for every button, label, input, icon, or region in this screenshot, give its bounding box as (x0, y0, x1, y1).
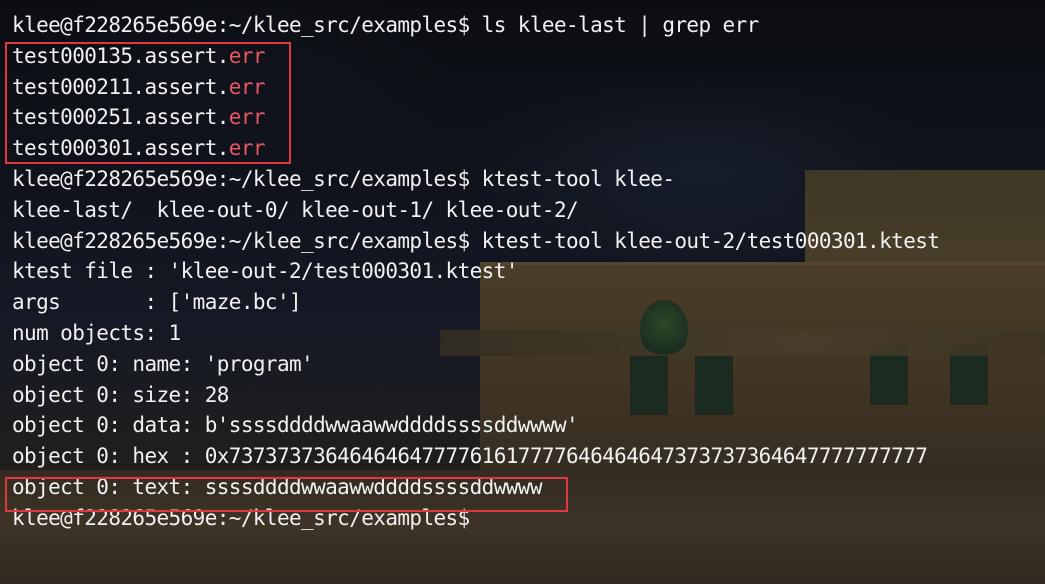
terminal-line: object 0: data: b'ssssddddwwaawwddddssss… (12, 413, 579, 438)
terminal-line: klee-last/ klee-out-0/ klee-out-1/ klee-… (12, 197, 579, 222)
text-output-highlight-box (5, 477, 568, 512)
terminal-line: klee@f228265e569e:~/klee_src/examples$ l… (12, 13, 759, 37)
err-files-highlight-box (5, 42, 291, 164)
terminal-line: object 0: name: 'program' (12, 351, 314, 376)
terminal-line: klee@f228265e569e:~/klee_src/examples$ k… (12, 228, 940, 253)
terminal-line: object 0: size: 28 (12, 382, 229, 407)
terminal-line: klee@f228265e569e:~/klee_src/examples$ k… (12, 166, 675, 191)
terminal-line: num objects: 1 (12, 320, 181, 345)
terminal-line: object 0: hex : 0x7373737364646464777761… (12, 444, 928, 469)
terminal-line: args : ['maze.bc'] (12, 290, 302, 315)
terminal-line: ktest file : 'klee-out-2/test000301.ktes… (12, 259, 518, 284)
